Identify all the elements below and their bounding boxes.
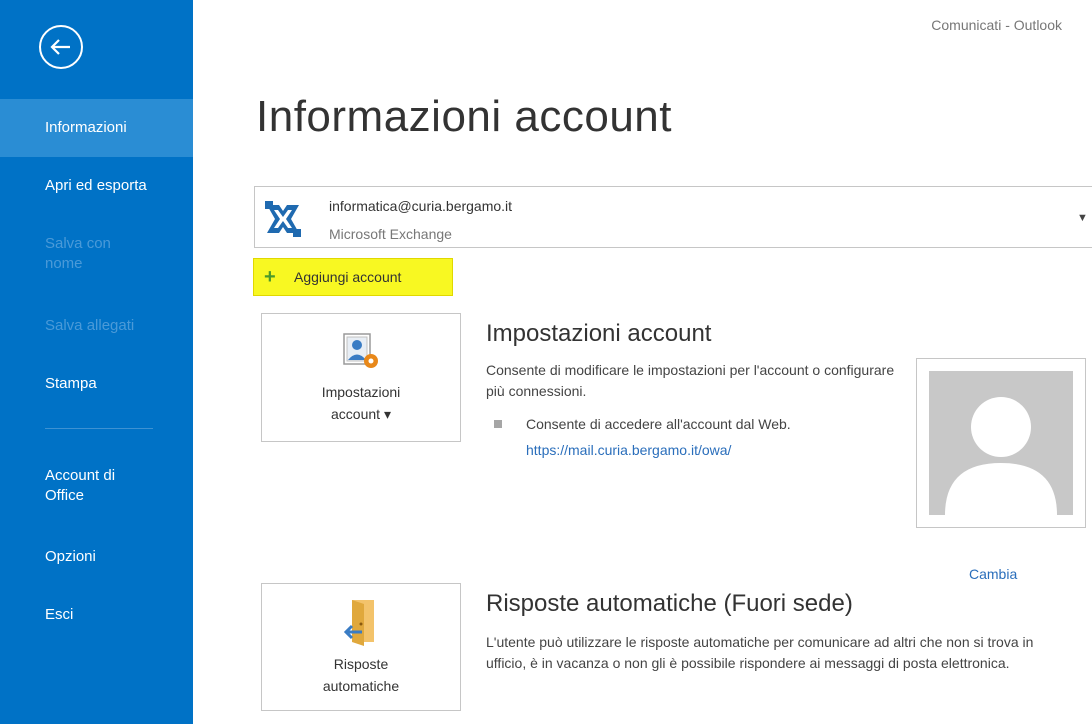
person-icon bbox=[945, 397, 1057, 515]
back-arrow-icon bbox=[50, 39, 70, 55]
nav-item-label: Apri ed esporta bbox=[45, 177, 147, 194]
nav-item-informazioni[interactable]: Informazioni bbox=[0, 99, 193, 157]
nav-item-label: Opzioni bbox=[45, 548, 96, 565]
nav-item-esci[interactable]: Esci bbox=[0, 605, 193, 625]
nav-item-apri-esporta[interactable]: Apri ed esporta bbox=[0, 176, 193, 196]
nav-item-label: Salva allegati bbox=[45, 317, 135, 334]
auto-replies-label-2: automatiche bbox=[322, 678, 400, 694]
nav-item-label: Esci bbox=[45, 606, 74, 623]
change-photo-link[interactable]: Cambia bbox=[969, 566, 1017, 582]
nav-divider bbox=[45, 428, 153, 429]
exchange-icon bbox=[263, 199, 303, 239]
nav-item-label: Account di Office bbox=[45, 467, 116, 504]
nav-item-label: Informazioni bbox=[45, 119, 127, 136]
account-type: Microsoft Exchange bbox=[329, 226, 452, 242]
account-email: informatica@curia.bergamo.it bbox=[329, 198, 513, 214]
nav-item-account-office[interactable]: Account di Office bbox=[0, 466, 150, 506]
window-title: Comunicati - Outlook bbox=[931, 17, 1062, 33]
auto-replies-icon bbox=[343, 600, 374, 646]
bullet-icon bbox=[494, 420, 502, 428]
nav-item-salva-con-nome: Salva con nome bbox=[0, 234, 140, 274]
account-settings-title: Impostazioni account bbox=[486, 320, 712, 347]
account-settings-description: Consente di modificare le impostazioni p… bbox=[486, 362, 895, 399]
nav-item-label: Stampa bbox=[45, 375, 97, 392]
account-settings-button[interactable]: Impostazioni account ▾ bbox=[261, 313, 461, 442]
owa-link[interactable]: https://mail.curia.bergamo.it/owa/ bbox=[526, 442, 731, 458]
account-selector[interactable]: informatica@curia.bergamo.it Microsoft E… bbox=[254, 186, 1092, 248]
backstage-sidebar: Informazioni Apri ed esporta Salva con n… bbox=[0, 0, 193, 724]
auto-replies-title: Risposte automatiche (Fuori sede) bbox=[486, 590, 853, 617]
auto-replies-label-1: Risposte bbox=[333, 656, 389, 672]
page-title: Informazioni account bbox=[256, 92, 672, 141]
profile-photo bbox=[916, 358, 1086, 528]
auto-replies-button[interactable]: Risposte automatiche bbox=[261, 583, 461, 711]
account-settings-label-1: Impostazioni bbox=[321, 384, 401, 400]
plus-icon: + bbox=[264, 266, 276, 288]
nav-item-label: Salva con nome bbox=[45, 235, 111, 272]
owa-bullet-text: Consente di accedere all'account dal Web… bbox=[526, 416, 791, 432]
nav-item-stampa[interactable]: Stampa bbox=[0, 374, 193, 394]
add-account-button[interactable]: + Aggiungi account bbox=[253, 258, 453, 296]
nav-item-opzioni[interactable]: Opzioni bbox=[0, 547, 193, 567]
account-settings-icon bbox=[343, 333, 378, 368]
chevron-down-icon[interactable]: ▼ bbox=[1077, 212, 1088, 224]
back-button[interactable] bbox=[39, 25, 83, 69]
add-account-label: Aggiungi account bbox=[294, 269, 402, 285]
auto-replies-description: L'utente può utilizzare le risposte auto… bbox=[486, 634, 1034, 671]
account-settings-label-2: account ▾ bbox=[331, 406, 391, 422]
nav-item-salva-allegati: Salva allegati bbox=[0, 316, 193, 336]
